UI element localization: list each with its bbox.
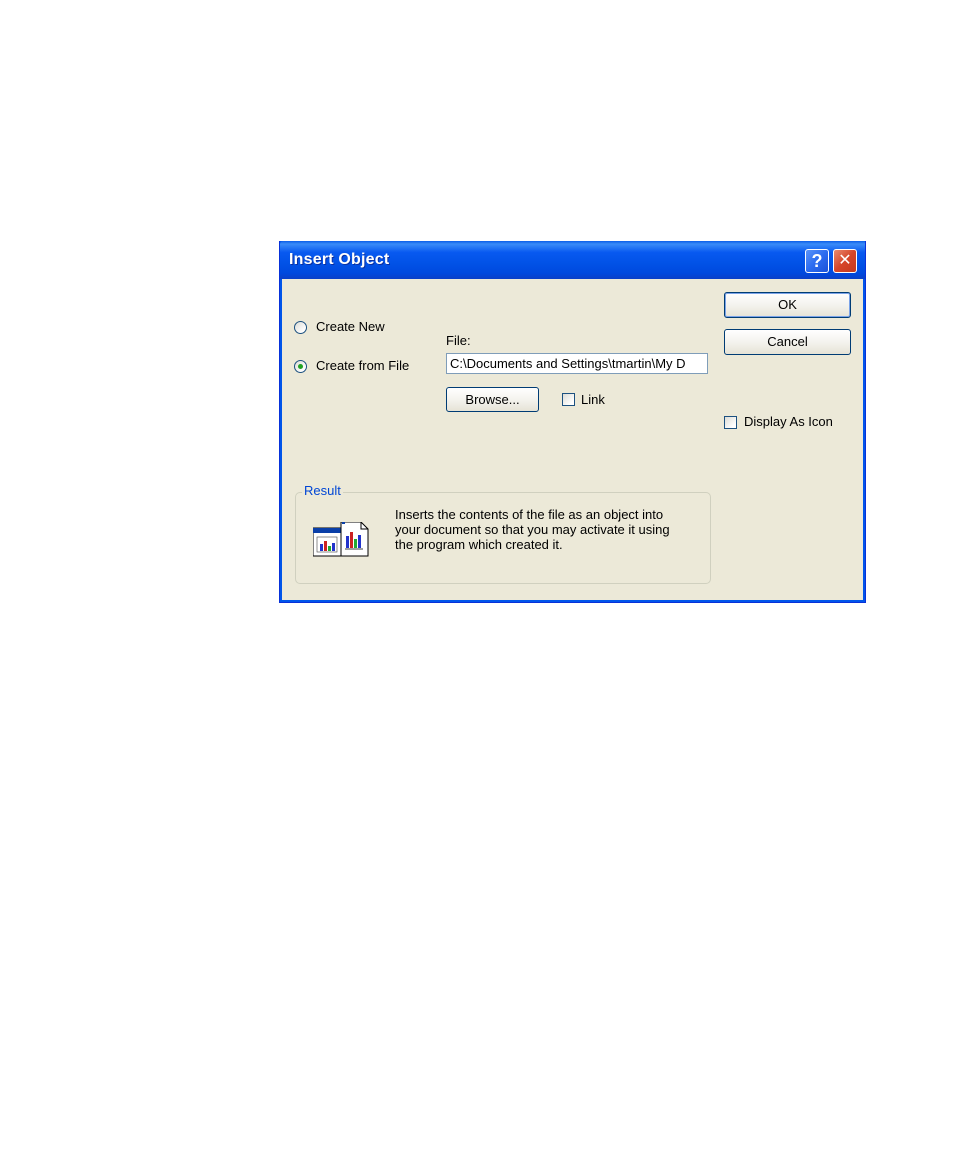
dialog-title: Insert Object bbox=[289, 251, 390, 268]
file-path-input[interactable]: C:\Documents and Settings\tmartin\My D bbox=[446, 353, 708, 374]
close-icon: ✕ bbox=[838, 252, 852, 269]
result-line: Inserts the contents of the file as an o… bbox=[395, 507, 664, 522]
display-as-icon-label[interactable]: Display As Icon bbox=[744, 414, 833, 429]
ok-button[interactable]: OK bbox=[724, 292, 851, 318]
dialog-body: Create New Create from File File: C:\Doc… bbox=[283, 279, 862, 599]
display-as-icon-checkbox[interactable] bbox=[724, 416, 737, 429]
create-from-file-radio[interactable] bbox=[294, 360, 307, 373]
embedded-object-icon bbox=[312, 521, 371, 564]
browse-button[interactable]: Browse... bbox=[446, 387, 539, 412]
create-from-file-label[interactable]: Create from File bbox=[316, 358, 409, 373]
close-button[interactable]: ✕ bbox=[833, 249, 857, 273]
result-legend: Result bbox=[302, 483, 343, 498]
insert-object-dialog: Insert Object ? ✕ Create New Create from… bbox=[279, 241, 866, 603]
radio-selected-dot bbox=[298, 364, 303, 369]
cancel-button[interactable]: Cancel bbox=[724, 329, 851, 355]
help-button[interactable]: ? bbox=[805, 249, 829, 273]
title-bar[interactable]: Insert Object ? ✕ bbox=[280, 241, 865, 279]
link-label[interactable]: Link bbox=[581, 392, 605, 407]
create-new-radio[interactable] bbox=[294, 321, 307, 334]
link-checkbox[interactable] bbox=[562, 393, 575, 406]
file-label: File: bbox=[446, 333, 471, 348]
result-line: the program which created it. bbox=[395, 537, 563, 552]
result-line: your document so that you may activate i… bbox=[395, 522, 670, 537]
help-icon: ? bbox=[811, 251, 823, 271]
create-new-label[interactable]: Create New bbox=[316, 319, 385, 334]
result-description: Inserts the contents of the file as an o… bbox=[395, 507, 715, 552]
